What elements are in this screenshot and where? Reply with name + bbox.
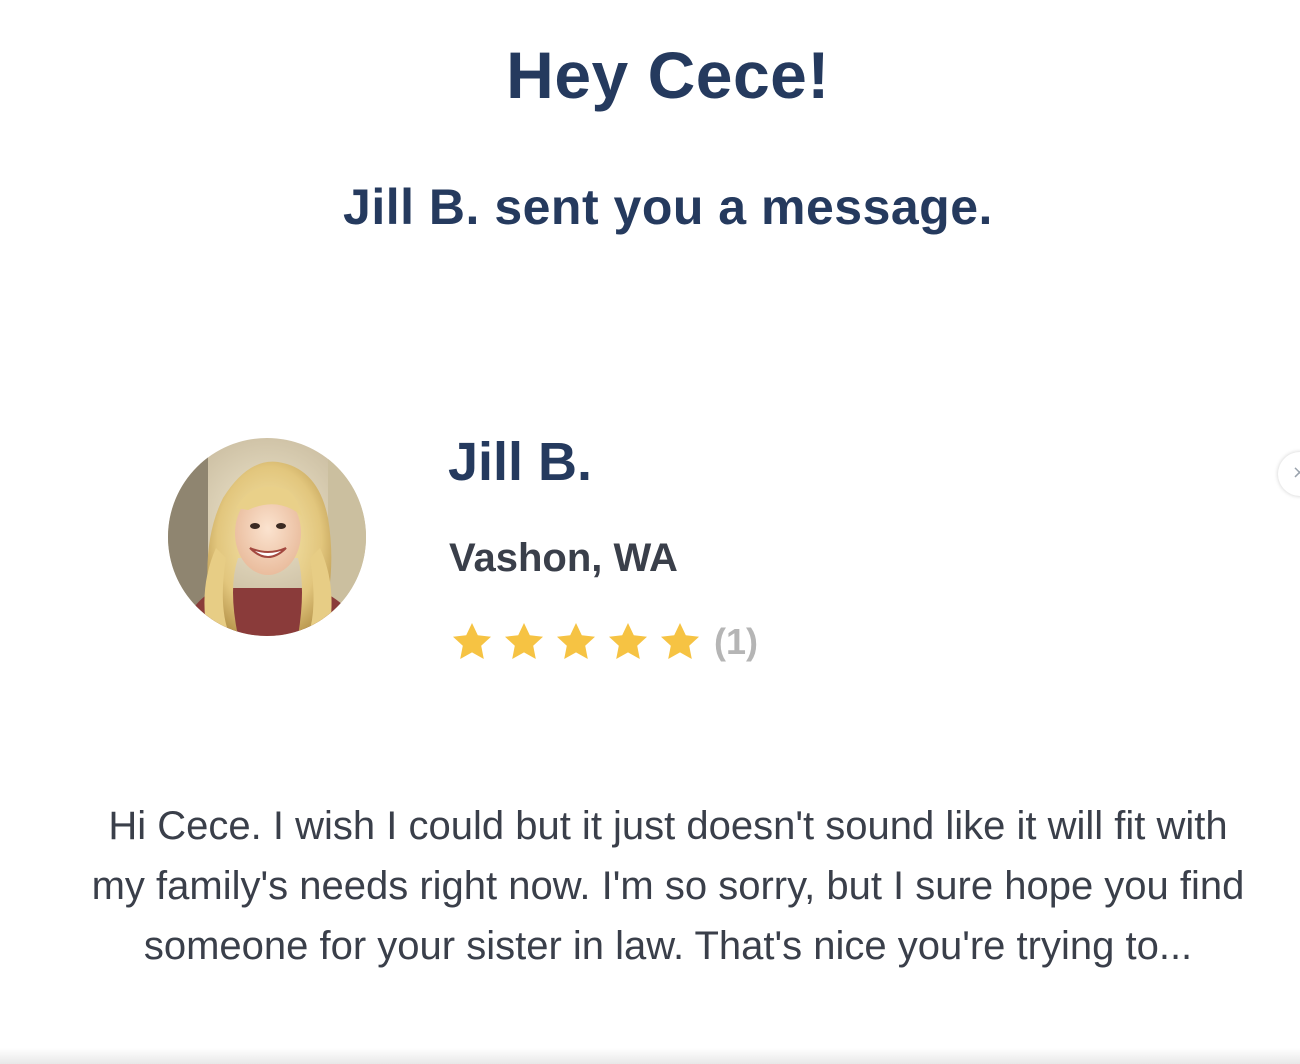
- sender-location: Vashon, WA: [449, 536, 678, 580]
- greeting-heading: Hey Cece!: [506, 38, 830, 112]
- star-rating: (1): [448, 618, 758, 666]
- star-icon: [448, 618, 496, 666]
- star-icon: [500, 618, 548, 666]
- sender-name[interactable]: Jill B.: [448, 432, 592, 492]
- star-icon: [656, 618, 704, 666]
- message-notice-heading: Jill B. sent you a message.: [343, 179, 993, 235]
- side-close-tab[interactable]: ×: [1278, 452, 1300, 496]
- bottom-divider: [0, 1048, 1300, 1064]
- star-icon: [552, 618, 600, 666]
- review-count[interactable]: (1): [714, 618, 758, 666]
- message-preview: Hi Cece. I wish I could but it just does…: [91, 804, 1245, 968]
- star-icon: [604, 618, 652, 666]
- sender-profile: Jill B. Vashon, WA (1): [168, 432, 868, 676]
- avatar-photo-icon: [168, 438, 366, 636]
- close-icon: ×: [1292, 462, 1300, 483]
- avatar[interactable]: [168, 438, 366, 636]
